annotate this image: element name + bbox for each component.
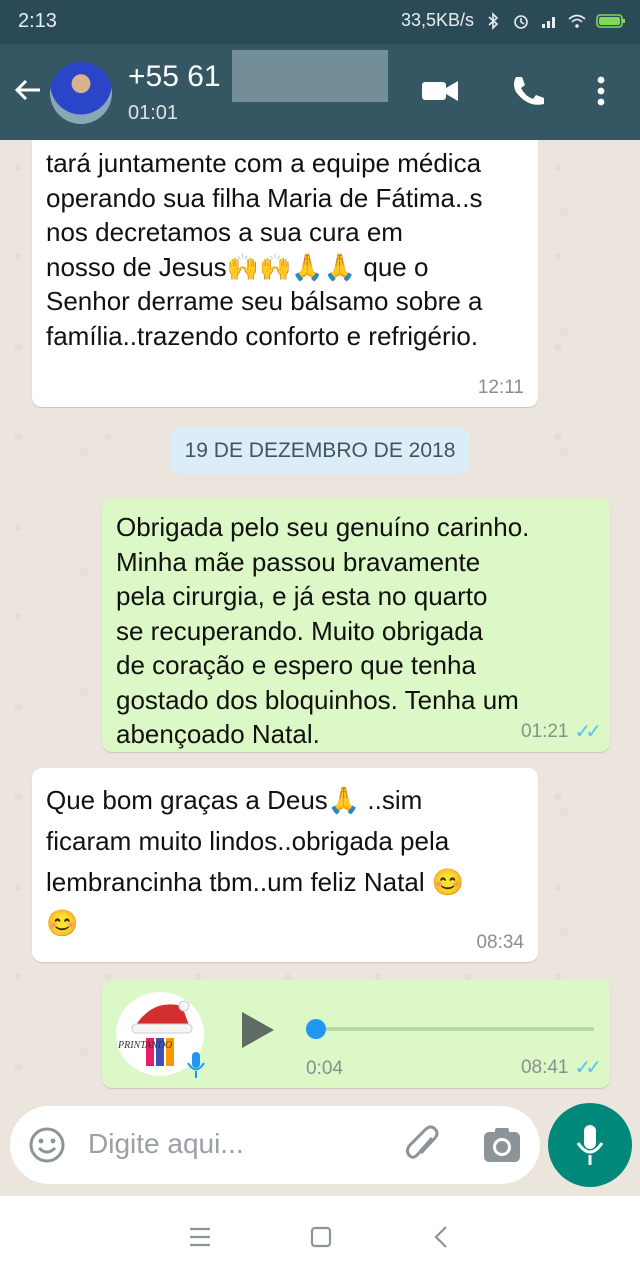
emoji-icon[interactable] — [28, 1126, 66, 1164]
home-nav-icon[interactable] — [310, 1226, 332, 1248]
alarm-icon — [514, 14, 528, 29]
wifi-icon — [568, 14, 586, 28]
message-time: 08:34 — [476, 932, 524, 953]
message-meta: 08:34 — [476, 932, 524, 954]
contact-name[interactable]: +55 61 — [128, 60, 221, 94]
message-bubble-incoming[interactable]: tará juntamente com a equipe médica oper… — [32, 140, 538, 407]
play-icon[interactable] — [238, 1010, 278, 1050]
bluetooth-icon — [488, 11, 499, 30]
redacted-overlay — [232, 50, 388, 102]
avatar-caption: PRINTANDO — [118, 1040, 173, 1051]
message-text: Que bom graças a Deus🙏 ..sim ficaram mui… — [46, 785, 465, 938]
status-bar: 2:13 33,5KB/s — [0, 0, 640, 44]
date-divider: 19 DE DEZEMBRO DE 2018 — [170, 428, 470, 474]
audio-duration: 0:04 — [306, 1058, 343, 1079]
message-time: 01:21 — [520, 720, 569, 742]
voice-message-bubble[interactable]: PRINTANDO 0:04 08:41 ✓✓ — [102, 980, 610, 1088]
message-meta: 08:41 ✓✓ — [520, 1055, 602, 1080]
mic-icon — [576, 1125, 604, 1165]
back-nav-icon[interactable] — [432, 1224, 450, 1250]
menu-nav-icon[interactable] — [188, 1226, 212, 1248]
more-vert-icon[interactable] — [584, 74, 618, 108]
message-input[interactable]: Digite aqui... — [88, 1128, 244, 1160]
message-meta: 01:21 ✓✓ — [520, 719, 602, 744]
message-text: Obrigada pelo seu genuíno carinho. Minha… — [116, 512, 530, 749]
message-meta: 12:11 — [478, 377, 524, 399]
contact-avatar[interactable] — [50, 62, 112, 124]
status-time: 2:13 — [18, 10, 57, 32]
signal-icon — [542, 16, 555, 28]
voice-record-button[interactable] — [548, 1103, 632, 1187]
message-time: 08:41 — [520, 1056, 569, 1078]
video-call-icon[interactable] — [420, 74, 460, 108]
message-text: tará juntamente com a equipe médica oper… — [46, 148, 483, 351]
status-icons: 33,5KB/s — [401, 10, 626, 31]
message-bubble-incoming[interactable]: Que bom graças a Deus🙏 ..sim ficaram mui… — [32, 768, 538, 962]
camera-icon[interactable] — [482, 1126, 522, 1164]
attach-icon[interactable] — [402, 1124, 444, 1166]
network-speed: 33,5KB/s — [400, 10, 474, 30]
phone-icon[interactable] — [508, 74, 548, 108]
double-check-icon: ✓✓ — [574, 721, 601, 743]
last-seen: 01:01 — [128, 102, 179, 124]
system-nav-bar — [0, 1196, 640, 1280]
battery-icon — [596, 13, 625, 28]
audio-progress-thumb[interactable] — [306, 1019, 326, 1039]
audio-progress-track[interactable] — [310, 1027, 594, 1031]
chat-header: +55 61 01:01 — [0, 44, 640, 140]
back-arrow-icon[interactable] — [12, 74, 44, 106]
message-time: 12:11 — [477, 377, 524, 398]
mic-icon — [187, 1052, 205, 1078]
message-bubble-outgoing[interactable]: Obrigada pelo seu genuíno carinho. Minha… — [102, 498, 610, 752]
message-list[interactable]: tará juntamente com a equipe médica oper… — [0, 140, 640, 1100]
message-composer: Digite aqui... — [10, 1106, 540, 1184]
double-check-icon: ✓✓ — [574, 1057, 601, 1079]
